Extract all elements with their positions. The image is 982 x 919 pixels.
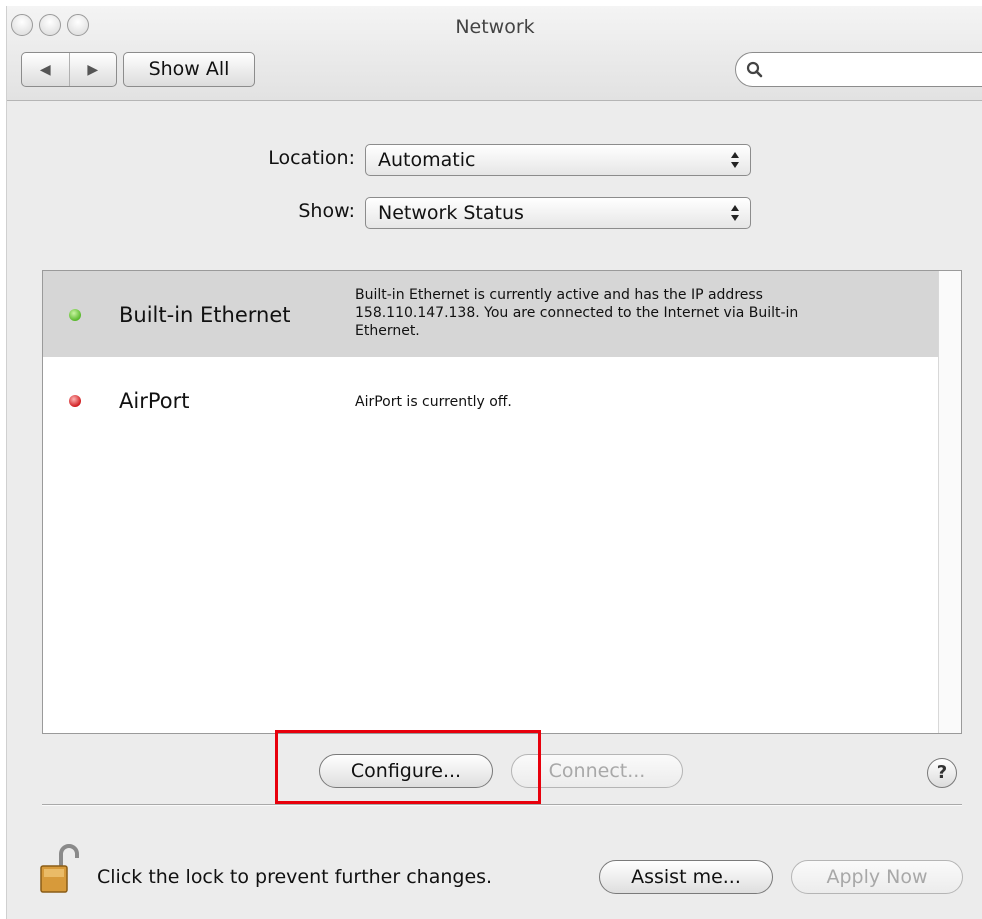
highlight-box <box>275 730 541 804</box>
forward-arrow-icon[interactable]: ▶ <box>68 53 117 86</box>
search-icon <box>746 61 763 78</box>
divider <box>42 804 962 806</box>
service-description: Built-in Ethernet is currently active an… <box>355 286 915 340</box>
nav-arrows: ◀ ▶ <box>21 52 117 87</box>
back-arrow-icon[interactable]: ◀ <box>22 53 69 86</box>
apply-now-button[interactable]: Apply Now <box>791 860 963 894</box>
window-title: Network <box>455 16 535 38</box>
search-field[interactable] <box>735 52 982 87</box>
network-window: Network ◀ ▶ Show All Location: Automatic… <box>6 6 982 919</box>
service-name: Built-in Ethernet <box>119 303 291 327</box>
status-red-icon <box>69 395 81 407</box>
show-label: Show: <box>298 200 355 222</box>
description-line: 158.110.147.138. You are connected to th… <box>355 305 799 321</box>
location-label: Location: <box>268 147 355 169</box>
status-green-icon <box>69 309 81 321</box>
show-all-button[interactable]: Show All <box>123 52 255 87</box>
show-popup[interactable]: Network Status <box>365 197 751 229</box>
service-row-airport[interactable]: AirPort AirPort is currently off. <box>43 357 938 443</box>
popup-arrows-icon <box>731 152 739 168</box>
location-popup[interactable]: Automatic <box>365 144 751 176</box>
help-button[interactable]: ? <box>927 758 957 788</box>
unlocked-padlock-icon[interactable] <box>39 844 79 894</box>
service-description: AirPort is currently off. <box>355 393 915 411</box>
lock-message: Click the lock to prevent further change… <box>97 866 493 888</box>
description-line: Built-in Ethernet is currently active an… <box>355 287 763 303</box>
search-input[interactable] <box>770 59 974 81</box>
location-value: Automatic <box>378 149 476 171</box>
service-status-list: Built-in Ethernet Built-in Ethernet is c… <box>42 270 962 734</box>
show-value: Network Status <box>378 202 524 224</box>
list-scrollbar[interactable] <box>938 271 961 733</box>
toolbar: Network ◀ ▶ Show All <box>7 6 982 101</box>
description-line: Ethernet. <box>355 323 420 339</box>
service-name: AirPort <box>119 389 190 413</box>
service-row-built-in-ethernet[interactable]: Built-in Ethernet Built-in Ethernet is c… <box>43 271 938 357</box>
description-line: AirPort is currently off. <box>355 394 512 410</box>
assist-me-button[interactable]: Assist me... <box>599 860 773 894</box>
popup-arrows-icon <box>731 205 739 221</box>
